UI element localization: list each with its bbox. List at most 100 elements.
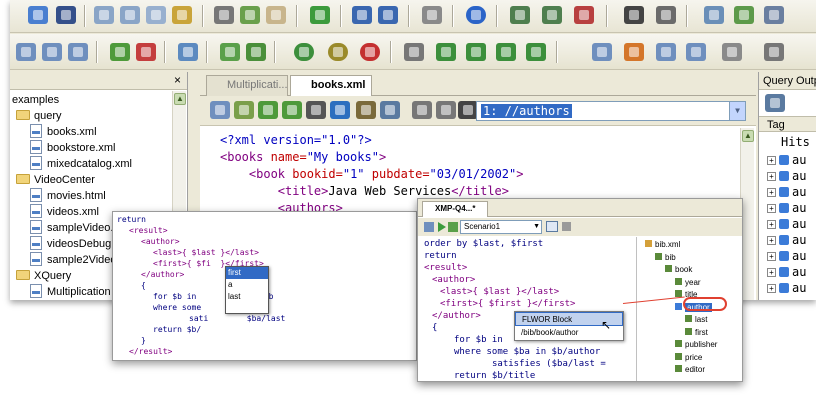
- window-icon[interactable]: [592, 43, 612, 61]
- tab-books-xml[interactable]: books.xml: [290, 75, 372, 96]
- help-icon[interactable]: [466, 6, 486, 24]
- output-row[interactable]: + au: [767, 152, 806, 168]
- expand-icon[interactable]: +: [767, 220, 776, 229]
- delete-icon[interactable]: [574, 6, 594, 24]
- step-over-icon[interactable]: [466, 43, 486, 61]
- step-out-icon[interactable]: [496, 43, 516, 61]
- more-icon[interactable]: [764, 6, 784, 24]
- binoculars-icon[interactable]: [624, 6, 644, 24]
- scroll-up-icon[interactable]: ▲: [742, 130, 754, 142]
- xpath-clear-icon[interactable]: [436, 101, 456, 119]
- tree-node[interactable]: first: [685, 327, 708, 339]
- document-icon[interactable]: [146, 6, 166, 24]
- refresh-icon[interactable]: [310, 6, 330, 24]
- transform-icon[interactable]: [178, 43, 198, 61]
- tree-item-movies-html[interactable]: movies.html: [30, 188, 106, 204]
- autocomplete-item[interactable]: last: [226, 291, 268, 303]
- output-row[interactable]: + au: [767, 232, 806, 248]
- validate-icon[interactable]: [510, 6, 530, 24]
- clipboard-icon[interactable]: [266, 6, 286, 24]
- expand-icon[interactable]: +: [767, 252, 776, 261]
- tree-item-books-xml[interactable]: books.xml: [30, 124, 97, 140]
- expand-icon[interactable]: [68, 43, 88, 61]
- check-wellformed-icon[interactable]: [542, 6, 562, 24]
- run-debug-icon[interactable]: [246, 43, 266, 61]
- copy-icon[interactable]: [94, 6, 114, 24]
- check-icon[interactable]: [258, 101, 278, 119]
- add-element-icon[interactable]: [110, 43, 130, 61]
- xpath-tools-icon[interactable]: [210, 101, 230, 119]
- tab-multiplication[interactable]: Multiplicati...: [206, 75, 288, 96]
- format-icon[interactable]: [16, 43, 36, 61]
- save-icon[interactable]: [56, 6, 76, 24]
- tree-item-sample2video[interactable]: sample2Video: [30, 252, 117, 268]
- autocomplete-item[interactable]: first: [226, 267, 268, 279]
- run-icon[interactable]: [438, 222, 446, 232]
- expand-icon[interactable]: +: [767, 188, 776, 197]
- step-back-icon[interactable]: [526, 43, 546, 61]
- tree-item-samplevideo[interactable]: sampleVideo.x: [30, 220, 119, 236]
- close-icon[interactable]: ×: [174, 73, 181, 87]
- print-icon[interactable]: [422, 6, 442, 24]
- tree-node[interactable]: year: [675, 277, 701, 289]
- tree-item-videosdebug[interactable]: videosDebug.x: [30, 236, 120, 252]
- debug-run-icon[interactable]: [294, 43, 314, 61]
- scroll-up-icon[interactable]: ▲: [174, 93, 186, 105]
- expand-icon[interactable]: +: [767, 284, 776, 293]
- tree-item-mixedcatalog-xml[interactable]: mixedcatalog.xml: [30, 156, 132, 172]
- stop-icon[interactable]: [562, 222, 571, 231]
- xquery-code[interactable]: order by $last, $first return <result> <aut…: [418, 237, 636, 381]
- output-row[interactable]: + au: [767, 200, 806, 216]
- settings-icon[interactable]: [656, 6, 676, 24]
- tree-item-query[interactable]: query: [16, 108, 62, 124]
- tree-node[interactable]: bib.xml: [645, 239, 680, 251]
- output-row[interactable]: + au: [767, 216, 806, 232]
- autocomplete-item[interactable]: a: [226, 279, 268, 291]
- document-icon[interactable]: [424, 222, 434, 232]
- hand-tool-icon[interactable]: [764, 43, 784, 61]
- tree-item-xquery[interactable]: XQuery: [16, 268, 71, 284]
- redo-icon[interactable]: [378, 6, 398, 24]
- tree-node[interactable]: book: [665, 264, 692, 276]
- schema-icon[interactable]: [624, 43, 644, 61]
- tree-item-videos-xml[interactable]: videos.xml: [30, 204, 99, 220]
- refresh-xpath-icon[interactable]: [458, 101, 478, 119]
- tag-column-header[interactable]: Tag: [759, 116, 816, 132]
- remove-element-icon[interactable]: [136, 43, 156, 61]
- scenario-select[interactable]: Scenario1 ▼: [460, 220, 542, 234]
- open-folder-icon[interactable]: [28, 6, 48, 24]
- scenario-icon[interactable]: [448, 222, 458, 232]
- paste-icon[interactable]: [120, 6, 140, 24]
- output-row[interactable]: + au: [767, 280, 806, 296]
- cut-icon[interactable]: [214, 6, 234, 24]
- output-row[interactable]: + au: [767, 184, 806, 200]
- chevron-down-icon[interactable]: ▼: [729, 102, 745, 120]
- expand-icon[interactable]: +: [767, 156, 776, 165]
- validate-check-icon[interactable]: [282, 101, 302, 119]
- lock-icon[interactable]: [172, 6, 192, 24]
- download-icon[interactable]: [306, 101, 326, 119]
- output-row[interactable]: + au: [767, 264, 806, 280]
- tree-node[interactable]: editor: [675, 364, 705, 376]
- debug-stop-icon[interactable]: [360, 43, 380, 61]
- tree-node[interactable]: publisher: [675, 339, 717, 351]
- xpath-input[interactable]: 1: //authors ▼: [476, 101, 746, 121]
- grid-view-icon[interactable]: [656, 43, 676, 61]
- tree-item-multiplication[interactable]: Multiplication t: [30, 284, 117, 300]
- tree-node[interactable]: last: [685, 314, 707, 326]
- expand-icon[interactable]: +: [767, 172, 776, 181]
- copy-green-icon[interactable]: [240, 6, 260, 24]
- hand-icon[interactable]: [404, 43, 424, 61]
- link-icon[interactable]: [330, 101, 350, 119]
- window-icon[interactable]: [546, 221, 558, 232]
- expand-icon[interactable]: +: [767, 204, 776, 213]
- expand-icon[interactable]: +: [767, 236, 776, 245]
- tree-item-videocenter[interactable]: VideoCenter: [16, 172, 95, 188]
- function-icon[interactable]: [356, 101, 376, 119]
- tree-icon[interactable]: [380, 101, 400, 119]
- apply-icon[interactable]: [220, 43, 240, 61]
- tree-item-bookstore-xml[interactable]: bookstore.xml: [30, 140, 115, 156]
- edit-icon[interactable]: [722, 43, 742, 61]
- undo-icon[interactable]: [352, 6, 372, 24]
- debug-step-icon[interactable]: [328, 43, 348, 61]
